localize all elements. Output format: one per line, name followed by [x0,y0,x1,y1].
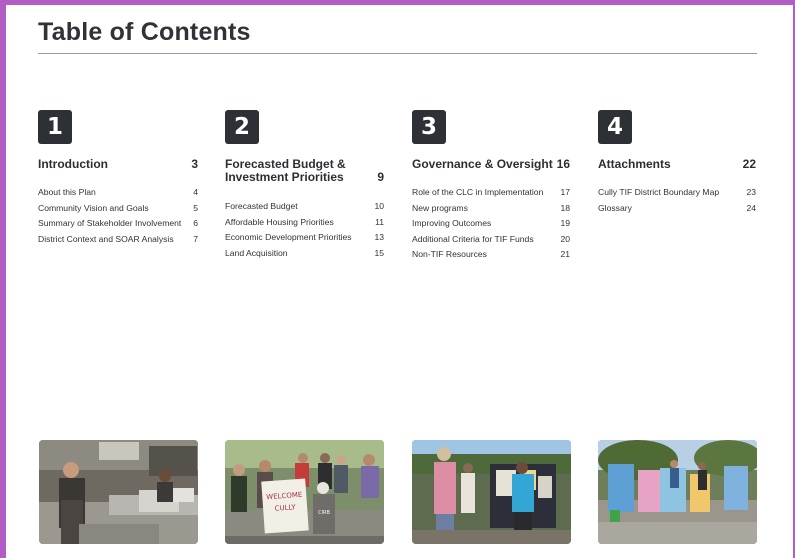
title-divider [38,53,757,54]
toc-item-label: Forecasted Budget [225,201,298,211]
toc-item-label: Summary of Stakeholder Involvement [38,218,182,229]
toc-item-improving-outcomes[interactable]: Improving Outcomes 19 [412,216,570,232]
section-items: Forecasted Budget 10 Affordable Housing P… [225,199,384,261]
toc-item-page: 11 [375,216,384,227]
section-heading[interactable]: Governance & Oversight 16 [412,158,570,171]
toc-item-boundary-map[interactable]: Cully TIF District Boundary Map 23 [598,185,756,201]
toc-item-label: Role of the CLC in Implementation [412,187,544,197]
section-number-badge: 2 [225,110,259,144]
toc-item-page: 15 [374,247,384,258]
section-page: 22 [742,157,756,171]
toc-item-economic-development[interactable]: Economic Development Priorities 13 [225,230,384,246]
toc-item-district-context[interactable]: District Context and SOAR Analysis 7 [38,232,198,248]
toc-item-page: 23 [746,187,756,197]
toc-item-role-of-clc[interactable]: Role of the CLC in Implementation 17 [412,185,570,201]
section-page: 9 [377,170,384,184]
toc-item-page: 10 [374,201,384,211]
toc-item-page: 24 [746,202,756,213]
toc-item-non-tif-resources[interactable]: Non-TIF Resources 21 [412,247,570,263]
toc-item-new-programs[interactable]: New programs 18 [412,201,570,217]
photo-kitchen [39,440,198,544]
toc-item-page: 6 [193,218,198,229]
section-introduction: 1 Introduction 3 About this Plan 4 Commun… [38,110,198,247]
shirt-text: CIRB [318,510,330,516]
toc-item-about-this-plan[interactable]: About this Plan 4 [38,185,198,201]
section-items: Cully TIF District Boundary Map 23 Glossa… [598,185,756,216]
photo-outdoor-meeting [412,440,571,544]
section-forecasted-budget: 2 Forecasted Budget & Investment Priorit… [225,110,384,261]
section-governance: 3 Governance & Oversight 16 Role of the … [412,110,570,263]
toc-item-label: Glossary [598,202,632,213]
toc-item-label: Additional Criteria for TIF Funds [412,233,534,244]
section-title: Introduction [38,157,108,171]
section-heading[interactable]: Attachments 22 [598,158,756,171]
toc-item-label: New programs [412,202,468,213]
section-heading[interactable]: Forecasted Budget & Investment Prioritie… [225,158,384,184]
toc-item-label: About this Plan [38,187,96,197]
toc-item-community-vision[interactable]: Community Vision and Goals 5 [38,201,198,217]
toc-item-label: District Context and SOAR Analysis [38,233,174,244]
page-title: Table of Contents [38,18,251,46]
section-number-badge: 1 [38,110,72,144]
toc-item-page: 5 [193,202,198,213]
section-page: 16 [556,157,570,171]
section-heading[interactable]: Introduction 3 [38,158,198,171]
section-number-badge: 3 [412,110,446,144]
toc-item-additional-criteria[interactable]: Additional Criteria for TIF Funds 20 [412,232,570,248]
section-attachments: 4 Attachments 22 Cully TIF District Boun… [598,110,756,216]
toc-item-page: 21 [560,249,570,260]
section-title: Forecasted Budget & Investment Prioritie… [225,157,346,184]
toc-item-land-acquisition[interactable]: Land Acquisition 15 [225,246,384,262]
section-title: Governance & Oversight [412,157,553,171]
photo-painted-letters [598,440,757,544]
toc-item-label: Community Vision and Goals [38,202,149,213]
toc-item-page: 7 [193,233,198,244]
toc-item-forecasted-budget[interactable]: Forecasted Budget 10 [225,199,384,215]
section-number-badge: 4 [598,110,632,144]
section-items: About this Plan 4 Community Vision and Go… [38,185,198,247]
toc-item-glossary[interactable]: Glossary 24 [598,201,756,217]
toc-item-affordable-housing[interactable]: Affordable Housing Priorities 11 [225,215,384,231]
section-items: Role of the CLC in Implementation 17 New … [412,185,570,263]
toc-item-label: Cully TIF District Boundary Map [598,187,720,197]
toc-item-label: Land Acquisition [225,247,288,258]
section-page: 3 [191,157,198,171]
toc-item-label: Improving Outcomes [412,218,492,229]
photo-welcome-sign: WELCOME CULLY CIRB [225,440,384,544]
toc-item-page: 19 [560,218,570,229]
toc-item-page: 20 [560,233,570,244]
toc-item-label: Affordable Housing Priorities [225,216,334,227]
toc-item-page: 13 [374,232,384,243]
toc-item-label: Non-TIF Resources [412,249,487,260]
toc-item-page: 17 [560,187,570,197]
toc-item-page: 4 [193,187,198,197]
sign-text-cully: CULLY [274,503,296,513]
toc-item-page: 18 [560,202,570,213]
toc-item-stakeholder-involvement[interactable]: Summary of Stakeholder Involvement 6 [38,216,198,232]
section-title: Attachments [598,157,671,171]
toc-item-label: Economic Development Priorities [225,232,352,243]
